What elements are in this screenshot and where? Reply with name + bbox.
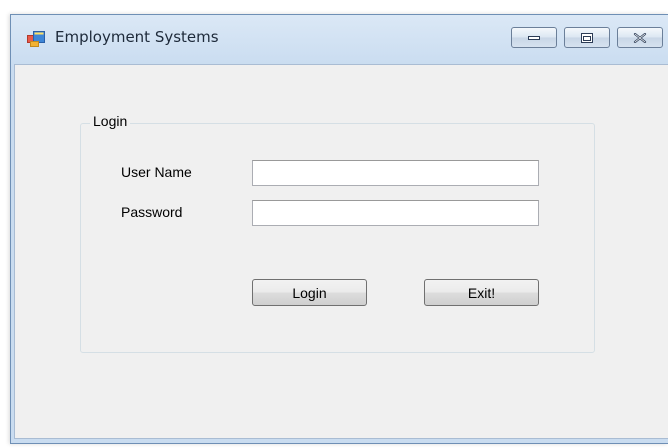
login-button[interactable]: Login — [252, 279, 367, 306]
maximize-button[interactable] — [564, 27, 610, 48]
password-label: Password — [121, 204, 183, 220]
form-client-area: Login User Name Password Login Exit! — [14, 64, 668, 439]
username-input[interactable] — [252, 160, 539, 186]
windows-form-icon[interactable] — [27, 31, 45, 47]
minimize-icon — [528, 35, 540, 40]
title-bar[interactable]: Employment Systems — [11, 15, 668, 63]
minimize-button[interactable] — [511, 27, 557, 48]
exit-button[interactable]: Exit! — [424, 279, 539, 306]
login-groupbox: Login User Name Password Login Exit! — [80, 113, 595, 353]
app-window: Employment Systems Login User Name Passw… — [10, 14, 668, 444]
password-input[interactable] — [252, 200, 539, 226]
username-label: User Name — [121, 164, 192, 180]
close-button[interactable] — [617, 27, 663, 48]
maximize-icon — [581, 32, 593, 43]
window-title: Employment Systems — [55, 28, 219, 46]
login-group-label: Login — [90, 113, 131, 129]
close-icon — [633, 32, 647, 43]
